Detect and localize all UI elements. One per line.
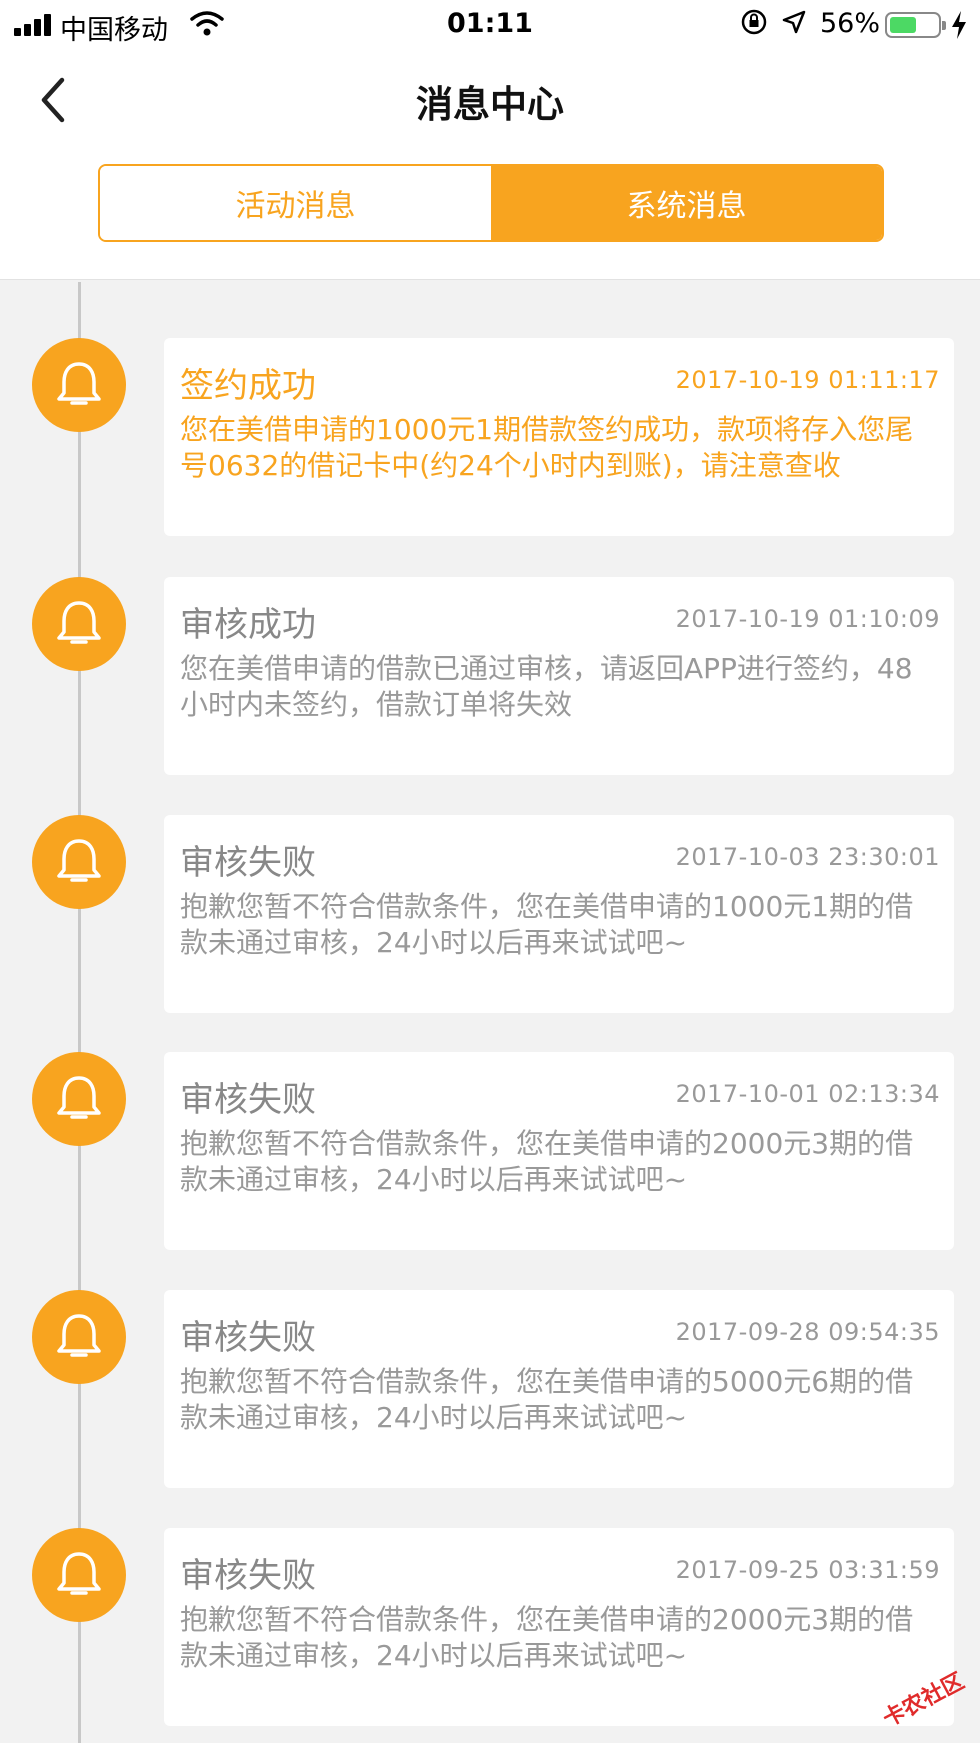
bell-icon — [32, 815, 126, 909]
message-title: 审核失败 — [180, 1556, 316, 1596]
bell-icon — [32, 338, 126, 432]
message-title: 审核失败 — [180, 843, 316, 883]
message-card: 审核成功 2017-10-19 01:10:09 您在美借申请的借款已通过审核，… — [164, 577, 954, 775]
bell-icon — [32, 1290, 126, 1384]
status-bar: 中国移动 01:11 56% — [0, 0, 980, 50]
tab-activity-messages[interactable]: 活动消息 — [100, 166, 491, 240]
message-type-tabs: 活动消息 系统消息 — [98, 164, 884, 242]
message-card: 审核失败 2017-10-01 02:13:34 抱歉您暂不符合借款条件，您在美… — [164, 1052, 954, 1250]
message-time: 2017-09-25 03:31:59 — [675, 1556, 940, 1584]
message-title: 审核成功 — [180, 605, 316, 645]
message-title: 签约成功 — [180, 366, 316, 406]
message-body: 抱歉您暂不符合借款条件，您在美借申请的2000元3期的借款未通过审核，24小时以… — [180, 1127, 914, 1196]
message-title: 审核失败 — [180, 1318, 316, 1358]
message-time: 2017-09-28 09:54:35 — [675, 1318, 940, 1346]
battery-percent: 56% — [820, 8, 881, 39]
message-time: 2017-10-19 01:10:09 — [675, 605, 940, 633]
message-time: 2017-10-01 02:13:34 — [675, 1080, 940, 1108]
message-body: 您在美借申请的借款已通过审核，请返回APP进行签约，48小时内未签约，借款订单将… — [180, 652, 913, 721]
rotation-lock-icon — [741, 9, 767, 35]
message-card: 审核失败 2017-10-03 23:30:01 抱歉您暂不符合借款条件，您在美… — [164, 815, 954, 1013]
bell-icon — [32, 1052, 126, 1146]
charging-bolt-icon — [952, 11, 966, 39]
message-body: 您在美借申请的1000元1期借款签约成功，款项将存入您尾号0632的借记卡中(约… — [180, 413, 914, 482]
location-arrow-icon — [782, 10, 806, 34]
message-time: 2017-10-03 23:30:01 — [675, 843, 940, 871]
message-body: 抱歉您暂不符合借款条件，您在美借申请的2000元3期的借款未通过审核，24小时以… — [180, 1603, 914, 1672]
message-time: 2017-10-19 01:11:17 — [675, 366, 940, 394]
tab-system-messages[interactable]: 系统消息 — [491, 166, 882, 240]
header-area: 中国移动 01:11 56% 消息中心 活动消息 系统消息 — [0, 0, 980, 280]
battery-icon — [885, 12, 946, 38]
timeline-line — [78, 282, 81, 1743]
bell-icon — [32, 1528, 126, 1622]
message-card: 审核失败 2017-09-25 03:31:59 抱歉您暂不符合借款条件，您在美… — [164, 1528, 954, 1726]
message-title: 审核失败 — [180, 1080, 316, 1120]
message-card: 签约成功 2017-10-19 01:11:17 您在美借申请的1000元1期借… — [164, 338, 954, 536]
message-card: 审核失败 2017-09-28 09:54:35 抱歉您暂不符合借款条件，您在美… — [164, 1290, 954, 1488]
battery-level — [890, 17, 916, 33]
page-title: 消息中心 — [416, 83, 564, 126]
message-body: 抱歉您暂不符合借款条件，您在美借申请的1000元1期的借款未通过审核，24小时以… — [180, 890, 914, 959]
bell-icon — [32, 577, 126, 671]
message-body: 抱歉您暂不符合借款条件，您在美借申请的5000元6期的借款未通过审核，24小时以… — [180, 1365, 914, 1434]
